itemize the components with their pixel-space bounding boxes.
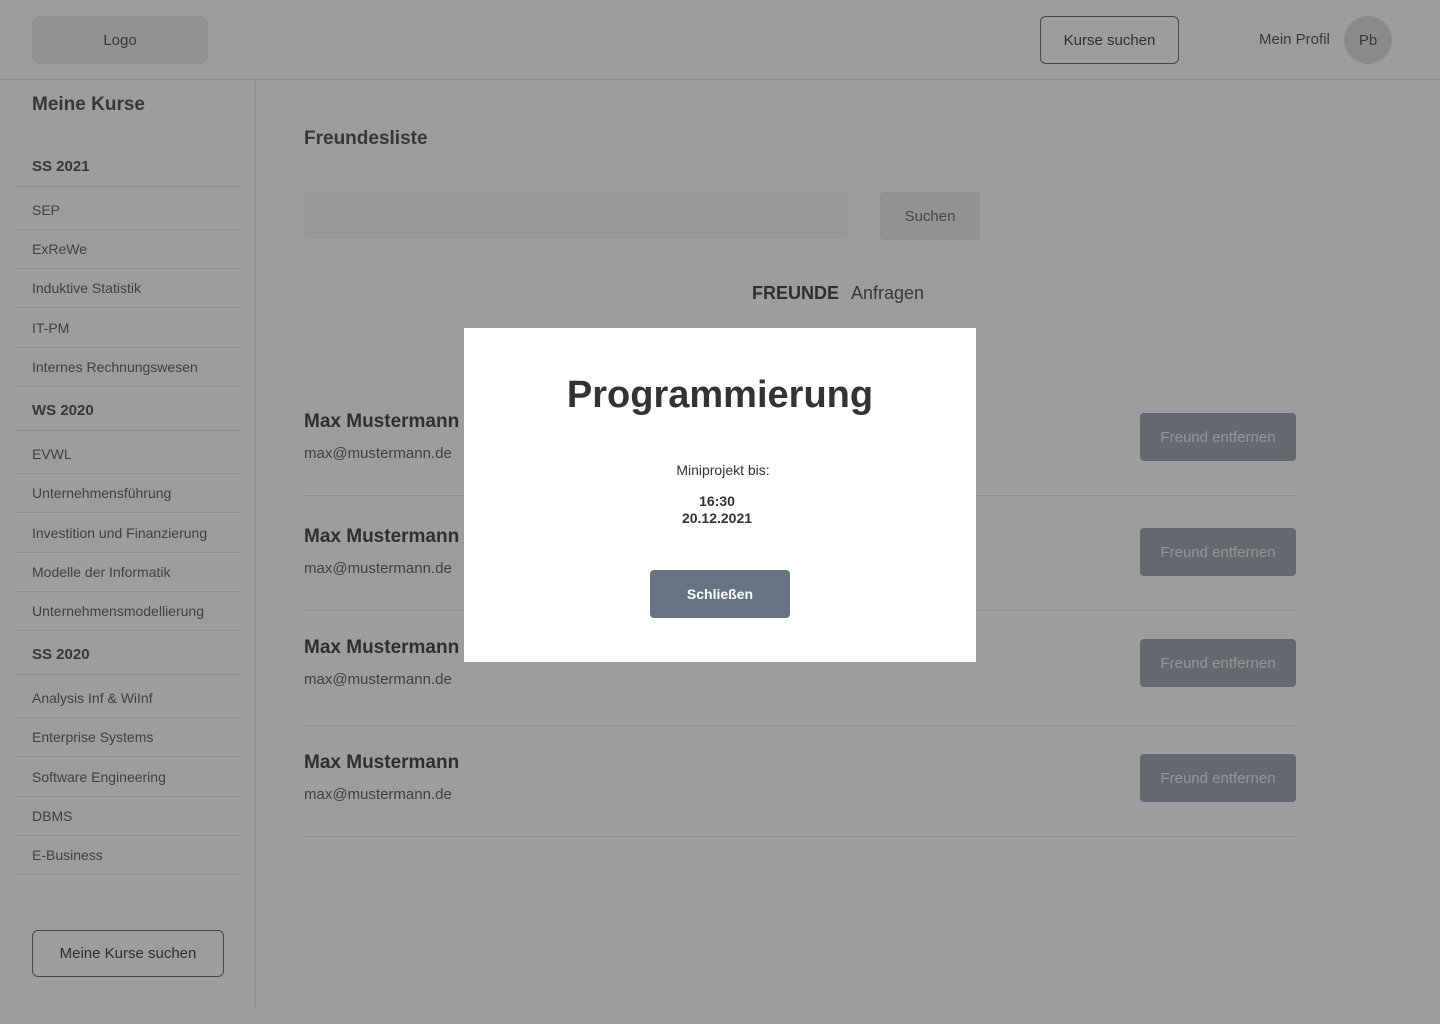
deadline-time: 16:30 — [699, 493, 735, 509]
deadline-date: 20.12.2021 — [681, 510, 753, 526]
modal-title: Programmierung — [566, 374, 874, 416]
deadline-modal: Programmierung Miniprojekt bis: 16:30 20… — [464, 328, 976, 662]
close-button[interactable]: Schließen — [650, 570, 790, 618]
app-page: Logo Kurse suchen Mein Profil Pb Meine K… — [0, 0, 1440, 1024]
modal-subtitle: Miniprojekt bis: — [676, 462, 770, 478]
